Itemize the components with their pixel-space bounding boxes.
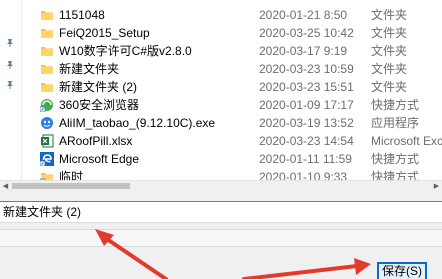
file-type: Microsoft Exc: [371, 134, 442, 148]
file-type: 文件夹: [371, 26, 408, 40]
pin-icon: [5, 38, 15, 48]
app-icon: [40, 116, 54, 130]
file-row[interactable]: AliIM_taobao_(9.12.10C).exe 2020-03-19 1…: [22, 114, 442, 132]
horizontal-scrollbar[interactable]: ◀ ▶: [0, 180, 442, 191]
file-row[interactable]: 1151048 2020-01-21 8:50 文件夹: [22, 6, 442, 24]
file-type: 文件夹: [371, 80, 408, 94]
pin-icon: [5, 80, 15, 90]
file-type: 快捷方式: [371, 98, 420, 112]
file-date: 2020-01-09 17:17: [259, 98, 354, 112]
file-row[interactable]: ARoofPill.xlsx 2020-03-23 14:54 Microsof…: [22, 132, 442, 150]
file-row[interactable]: Microsoft Edge 2020-01-11 11:59 快捷方式: [22, 150, 442, 168]
file-date: 2020-03-23 14:54: [259, 134, 354, 148]
folder-icon: [40, 8, 54, 22]
file-type-select[interactable]: [0, 229, 442, 247]
scrollbar-thumb[interactable]: [12, 183, 130, 189]
save-options-pane: 新建文件夹 (2): [0, 191, 442, 279]
file-date: 2020-03-23 15:51: [259, 80, 354, 94]
file-list[interactable]: 1151048 2020-01-21 8:50 文件夹 FeiQ2015_Set…: [22, 0, 442, 190]
file-date: 2020-03-23 10:59: [259, 62, 354, 76]
browser-shortcut-icon: [39, 98, 54, 113]
folder-icon: [40, 62, 54, 76]
navigation-pane[interactable]: [0, 0, 22, 190]
file-name: 新建文件夹 (2): [59, 80, 138, 94]
filename-input[interactable]: 新建文件夹 (2): [0, 201, 442, 223]
file-row[interactable]: W10数字许可C#版v2.8.0 2020-03-17 9:19 文件夹: [22, 42, 442, 60]
folder-icon: [40, 80, 54, 94]
file-name: W10数字许可C#版v2.8.0: [59, 44, 192, 58]
folder-icon: [40, 26, 54, 40]
pin-icon: [5, 60, 15, 70]
file-name: FeiQ2015_Setup: [59, 26, 150, 40]
file-row[interactable]: 新建文件夹 2020-03-23 10:59 文件夹: [22, 60, 442, 78]
file-date: 2020-01-21 8:50: [259, 8, 348, 22]
folder-icon: [40, 44, 54, 58]
excel-icon: [40, 134, 54, 148]
file-name: Microsoft Edge: [59, 152, 140, 166]
file-name: 新建文件夹: [59, 62, 120, 76]
file-date: 2020-03-19 13:52: [259, 116, 354, 130]
edge-shortcut-icon: [39, 152, 54, 167]
file-name: 360安全浏览器: [59, 98, 140, 112]
file-date: 2020-03-25 10:42: [259, 26, 354, 40]
file-type: 文件夹: [371, 8, 408, 22]
file-row[interactable]: 新建文件夹 (2) 2020-03-23 15:51 文件夹: [22, 78, 442, 96]
file-row[interactable]: FeiQ2015_Setup 2020-03-25 10:42 文件夹: [22, 24, 442, 42]
file-type: 文件夹: [371, 44, 408, 58]
file-type: 应用程序: [371, 116, 420, 130]
file-name: 1151048: [59, 8, 105, 22]
file-type: 文件夹: [371, 62, 408, 76]
file-date: 2020-01-11 11:59: [259, 152, 352, 166]
file-name: AliIM_taobao_(9.12.10C).exe: [59, 116, 216, 130]
save-button[interactable]: 保存(S): [377, 262, 427, 279]
file-date: 2020-03-17 9:19: [259, 44, 348, 58]
file-name: ARoofPill.xlsx: [59, 134, 133, 148]
file-type: 快捷方式: [371, 152, 420, 166]
file-row[interactable]: 360安全浏览器 2020-01-09 17:17 快捷方式: [22, 96, 442, 114]
